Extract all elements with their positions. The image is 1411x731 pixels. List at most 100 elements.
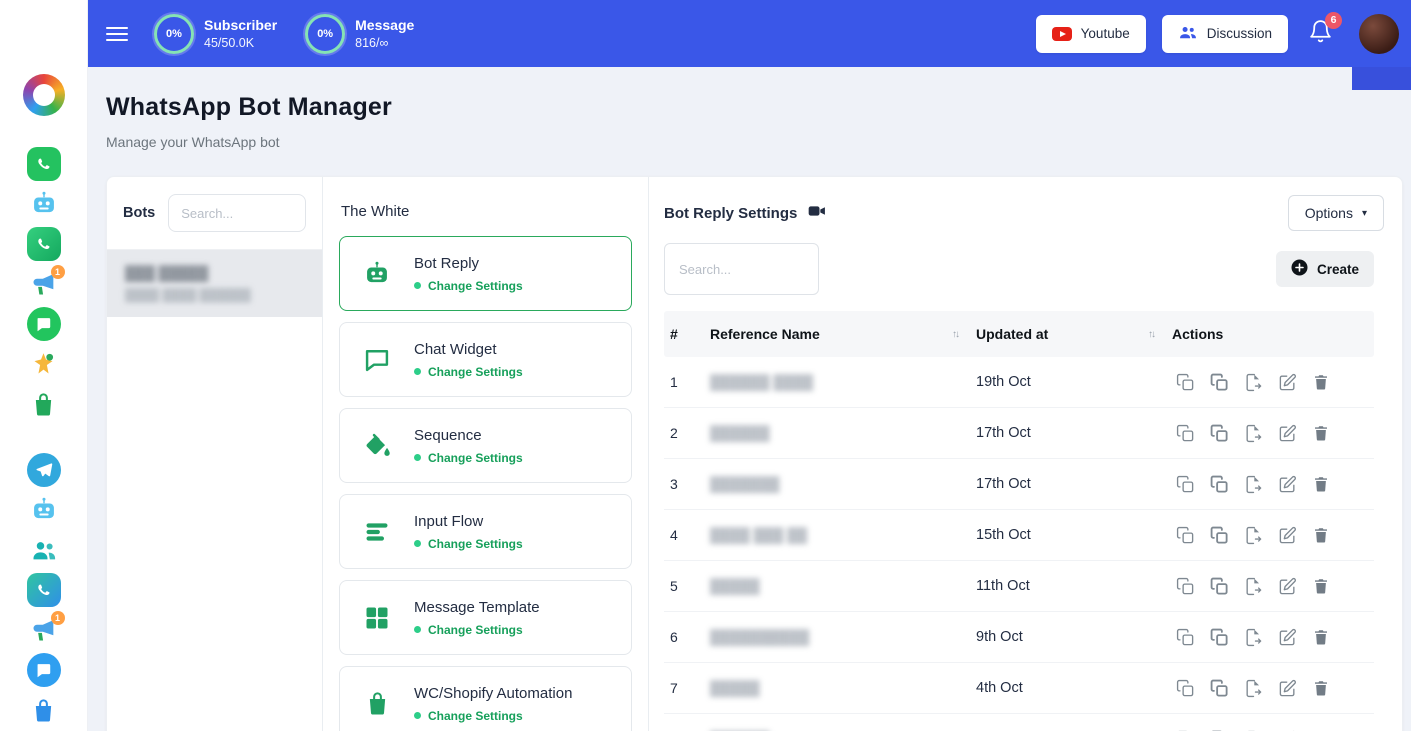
delete-button[interactable] (1308, 624, 1334, 650)
count-badge: 1 (51, 611, 65, 625)
row-actions (1172, 573, 1374, 599)
setting-card-label: Sequence (414, 427, 523, 444)
copy-button[interactable] (1206, 471, 1232, 497)
setting-card-wc-shopify-automation[interactable]: WC/Shopify Automation Change Settings (339, 666, 632, 731)
options-button[interactable]: Options ▾ (1288, 195, 1384, 231)
duplicate-button[interactable] (1172, 420, 1198, 446)
export-button[interactable] (1240, 726, 1266, 731)
export-button[interactable] (1240, 624, 1266, 650)
sidebar-icon-whatsapp-broadcast[interactable]: 1 (24, 264, 64, 304)
row-index: 3 (664, 476, 710, 492)
notifications-button[interactable]: 6 (1308, 19, 1333, 49)
delete-button[interactable] (1308, 471, 1334, 497)
sidebar-icon-telegram-group[interactable] (24, 530, 64, 570)
export-button[interactable] (1240, 522, 1266, 548)
reference-name: ██████ (710, 425, 770, 441)
discussion-button-label: Discussion (1207, 26, 1272, 41)
create-button[interactable]: Create (1276, 251, 1374, 287)
duplicate-button[interactable] (1172, 471, 1198, 497)
updated-at: 19th Oct (976, 374, 1172, 390)
copy-button[interactable] (1206, 624, 1232, 650)
change-settings-link[interactable]: Change Settings (414, 279, 523, 293)
delete-button[interactable] (1308, 369, 1334, 395)
duplicate-button[interactable] (1172, 675, 1198, 701)
row-actions (1172, 624, 1374, 650)
bot-settings-panel: The White Bot Reply Change Settings Chat… (323, 177, 649, 731)
sidebar-icon-whatsapp-widget[interactable] (24, 224, 64, 264)
duplicate-button[interactable] (1172, 624, 1198, 650)
video-camera-icon[interactable] (807, 201, 827, 225)
duplicate-button[interactable] (1172, 573, 1198, 599)
copy-button[interactable] (1206, 420, 1232, 446)
navbar-corner-accent (1352, 67, 1411, 90)
setting-card-bot-reply[interactable]: Bot Reply Change Settings (339, 236, 632, 311)
setting-card-label: Input Flow (414, 513, 523, 530)
chat-icon (356, 346, 398, 374)
copy-button[interactable] (1206, 369, 1232, 395)
delete-button[interactable] (1308, 726, 1334, 731)
sidebar-icon-whatsapp-bot[interactable] (24, 184, 64, 224)
edit-button[interactable] (1274, 726, 1300, 731)
sidebar-icon-telegram-bot[interactable] (24, 490, 64, 530)
setting-card-chat-widget[interactable]: Chat Widget Change Settings (339, 322, 632, 397)
copy-button[interactable] (1206, 726, 1232, 731)
sidebar-icon-whatsapp[interactable] (24, 144, 64, 184)
sidebar-icon-whatsapp-integrations[interactable] (24, 344, 64, 384)
sort-icon[interactable]: ↑↓ (1148, 329, 1154, 340)
delete-button[interactable] (1308, 675, 1334, 701)
page-title: WhatsApp Bot Manager (106, 93, 1411, 122)
setting-card-input-flow[interactable]: Input Flow Change Settings (339, 494, 632, 569)
export-button[interactable] (1240, 420, 1266, 446)
sidebar-icon-telegram-shop[interactable] (24, 690, 64, 730)
updated-at: 17th Oct (976, 425, 1172, 441)
change-settings-link[interactable]: Change Settings (414, 623, 540, 637)
bots-search-input[interactable] (168, 194, 306, 232)
edit-button[interactable] (1274, 675, 1300, 701)
discussion-button[interactable]: Discussion (1162, 15, 1288, 53)
change-settings-link[interactable]: Change Settings (414, 537, 523, 551)
sort-icon[interactable]: ↑↓ (952, 329, 958, 340)
sidebar-icon-whatsapp-chat[interactable] (24, 304, 64, 344)
column-header-reference-name[interactable]: Reference Name ↑↓ (710, 326, 976, 342)
app-logo[interactable] (23, 74, 65, 116)
change-settings-link[interactable]: Change Settings (414, 709, 572, 723)
bot-list-item[interactable]: ███ █████ ████ ████ ██████ (107, 250, 322, 317)
export-button[interactable] (1240, 369, 1266, 395)
copy-button[interactable] (1206, 573, 1232, 599)
delete-button[interactable] (1308, 573, 1334, 599)
plus-circle-icon (1291, 259, 1308, 279)
delete-button[interactable] (1308, 522, 1334, 548)
edit-button[interactable] (1274, 624, 1300, 650)
edit-button[interactable] (1274, 420, 1300, 446)
export-button[interactable] (1240, 471, 1266, 497)
notification-badge: 6 (1325, 12, 1342, 29)
change-settings-link[interactable]: Change Settings (414, 365, 523, 379)
sidebar-icon-telegram-widget[interactable] (24, 570, 64, 610)
sidebar-icon-telegram-chat[interactable] (24, 650, 64, 690)
setting-card-sequence[interactable]: Sequence Change Settings (339, 408, 632, 483)
edit-button[interactable] (1274, 471, 1300, 497)
youtube-button[interactable]: Youtube (1036, 15, 1146, 53)
copy-button[interactable] (1206, 522, 1232, 548)
reference-name: ██████ ████ (710, 374, 813, 390)
sidebar-icon-telegram[interactable] (24, 450, 64, 490)
menu-toggle-icon[interactable] (106, 27, 128, 41)
column-header-updated-at[interactable]: Updated at ↑↓ (976, 326, 1172, 342)
copy-button[interactable] (1206, 675, 1232, 701)
edit-button[interactable] (1274, 522, 1300, 548)
edit-button[interactable] (1274, 573, 1300, 599)
setting-card-message-template[interactable]: Message Template Change Settings (339, 580, 632, 655)
export-button[interactable] (1240, 573, 1266, 599)
user-avatar[interactable] (1359, 14, 1399, 54)
export-button[interactable] (1240, 675, 1266, 701)
duplicate-button[interactable] (1172, 369, 1198, 395)
sidebar-icon-whatsapp-shop[interactable] (24, 384, 64, 424)
edit-button[interactable] (1274, 369, 1300, 395)
duplicate-button[interactable] (1172, 726, 1198, 731)
reply-search-input[interactable] (664, 243, 819, 295)
app-sidebar: 11 (0, 0, 88, 731)
change-settings-link[interactable]: Change Settings (414, 451, 523, 465)
duplicate-button[interactable] (1172, 522, 1198, 548)
sidebar-icon-telegram-broadcast[interactable]: 1 (24, 610, 64, 650)
delete-button[interactable] (1308, 420, 1334, 446)
